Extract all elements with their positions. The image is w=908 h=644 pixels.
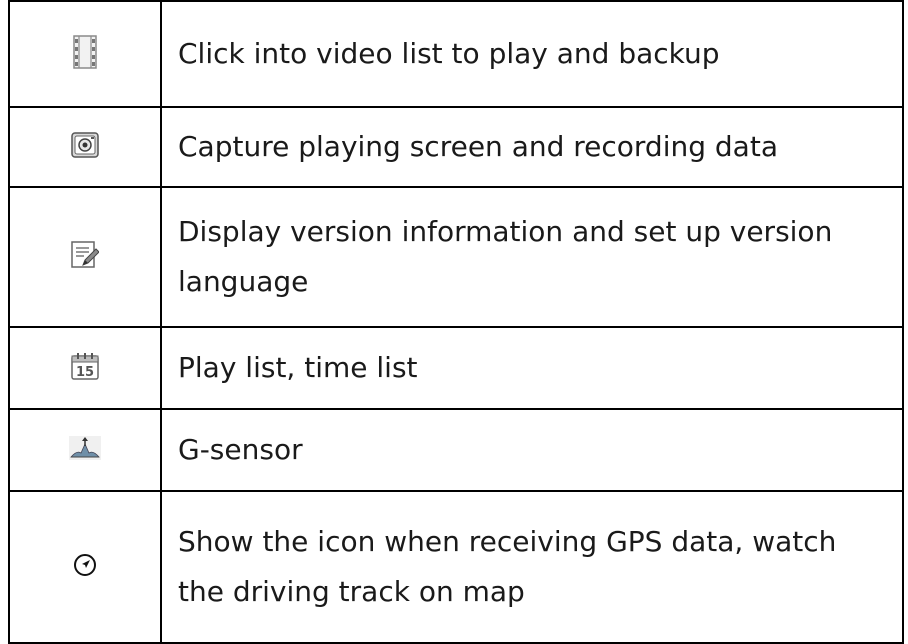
row-description: Play list, time list <box>160 326 904 410</box>
g-sensor-icon <box>69 436 101 464</box>
row-description: Capture playing screen and recording dat… <box>160 106 904 188</box>
camera-capture-icon <box>71 132 99 162</box>
table-row: Click into video list to play and backup <box>8 0 904 108</box>
icon-cell <box>8 186 162 328</box>
film-strip-icon <box>73 35 97 73</box>
row-description: Show the icon when receiving GPS data, w… <box>160 490 904 644</box>
svg-text:15: 15 <box>76 365 94 380</box>
table-row: 15 Play list, time list <box>8 326 904 410</box>
table-row: G-sensor <box>8 408 904 492</box>
icon-cell <box>8 0 162 108</box>
row-description: Display version information and set up v… <box>160 186 904 328</box>
icon-cell <box>8 490 162 644</box>
icon-cell <box>8 408 162 492</box>
table-row: Show the icon when receiving GPS data, w… <box>8 490 904 644</box>
icon-cell: 15 <box>8 326 162 410</box>
table-row: Display version information and set up v… <box>8 186 904 328</box>
row-description: G-sensor <box>160 408 904 492</box>
table-row: Capture playing screen and recording dat… <box>8 106 904 188</box>
row-description: Click into video list to play and backup <box>160 0 904 108</box>
icon-description-table: Click into video list to play and backup… <box>8 0 904 644</box>
gps-navigation-icon <box>73 553 97 581</box>
edit-note-icon <box>71 241 100 273</box>
calendar-15-icon: 15 <box>71 352 99 384</box>
icon-cell <box>8 106 162 188</box>
